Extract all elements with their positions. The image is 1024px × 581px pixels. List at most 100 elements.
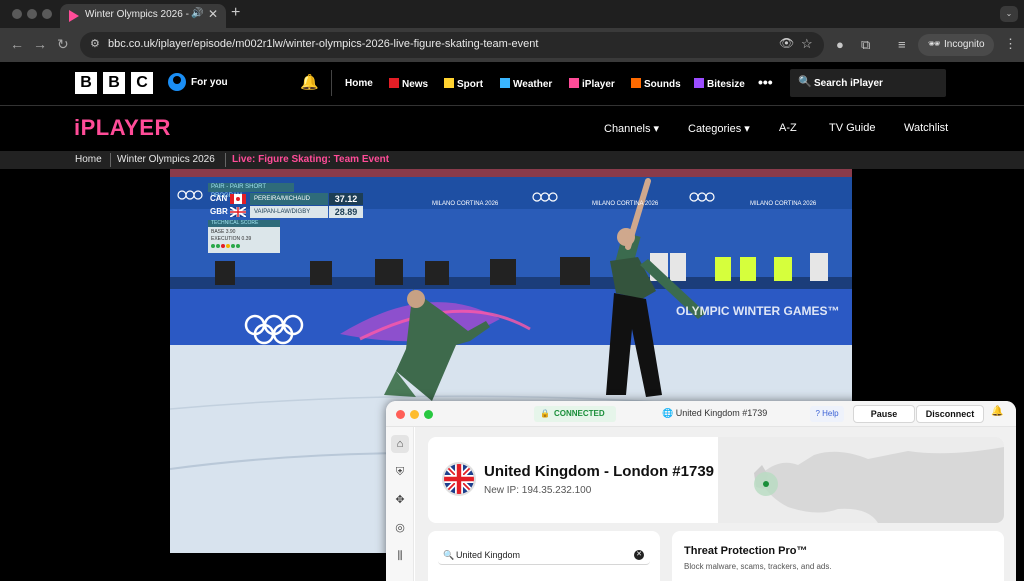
nav-sport-link[interactable]: Sport bbox=[444, 78, 483, 90]
extensions-puzzle-icon[interactable]: ⧉ bbox=[861, 37, 870, 53]
technical-score-header: TECHNICAL SCORE bbox=[208, 220, 280, 227]
home-icon[interactable]: ⌂ bbox=[391, 435, 409, 453]
new-tab-button[interactable]: + bbox=[231, 4, 240, 22]
threat-protection-card[interactable]: Threat Protection Pro™ Block malware, sc… bbox=[672, 531, 1004, 581]
search-value: United Kingdom bbox=[456, 550, 521, 560]
search-icon: 🔍 bbox=[798, 76, 812, 88]
iplayer-nav: iPLAYER Channels ▾ Categories ▾ A-Z TV G… bbox=[0, 107, 1024, 151]
meshnet-icon[interactable]: ✥ bbox=[391, 491, 409, 509]
news-icon bbox=[389, 78, 399, 88]
base-score: BASE 3.90 bbox=[211, 229, 236, 235]
eye-slash-icon[interactable]: 👁 bbox=[779, 36, 794, 50]
vpn-main: United Kingdom - London #1739 New IP: 19… bbox=[415, 427, 1016, 581]
channels-menu[interactable]: Channels ▾ bbox=[604, 122, 659, 135]
nav-home-link[interactable]: Home bbox=[345, 78, 373, 89]
nav-divider bbox=[331, 70, 332, 96]
uk-flag-icon bbox=[230, 207, 246, 217]
breadcrumb: Home Winter Olympics 2026 Live: Figure S… bbox=[0, 151, 1024, 169]
close-window-button[interactable] bbox=[12, 9, 22, 19]
vpn-notifications-icon[interactable]: 🔔 bbox=[991, 406, 1003, 417]
incognito-indicator[interactable]: 🕶 Incognito bbox=[918, 34, 994, 56]
forward-arrow-icon[interactable]: → bbox=[33, 36, 47, 52]
nav-iplayer-link[interactable]: iPlayer bbox=[569, 78, 615, 90]
country-code: CAN bbox=[210, 194, 228, 203]
threat-protection-title: Threat Protection Pro™ bbox=[684, 545, 808, 557]
score-value: 37.12 bbox=[329, 193, 363, 205]
url-text[interactable]: bbc.co.uk/iplayer/episode/m002r1lw/winte… bbox=[108, 38, 538, 50]
grade-dots bbox=[211, 244, 277, 251]
skater-names: VAIPAN-LAW/DIGBY bbox=[250, 206, 328, 218]
vpn-app-window: 🔒 CONNECTED 🌐 United Kingdom #1739 ? Hel… bbox=[386, 401, 1016, 581]
more-menu-icon[interactable]: ••• bbox=[758, 74, 773, 90]
watchlist-link[interactable]: Watchlist bbox=[904, 122, 948, 134]
nav-weather-link[interactable]: Weather bbox=[500, 78, 552, 90]
vpn-zoom-button[interactable] bbox=[424, 410, 433, 419]
shield-icon[interactable]: ⛨ bbox=[391, 463, 409, 481]
connection-status-badge: 🔒 CONNECTED bbox=[534, 406, 616, 422]
zoom-window-button[interactable] bbox=[42, 9, 52, 19]
breadcrumb-home[interactable]: Home bbox=[75, 154, 102, 165]
breadcrumb-current: Live: Figure Skating: Team Event bbox=[232, 154, 390, 165]
bookmark-star-icon[interactable]: ☆ bbox=[801, 36, 813, 52]
weather-icon bbox=[500, 78, 510, 88]
iplayer-logo[interactable]: iPLAYER bbox=[74, 115, 171, 141]
skater-names: PEREIRA/MICHAUD bbox=[250, 193, 328, 205]
disconnect-button[interactable]: Disconnect bbox=[916, 405, 984, 423]
back-arrow-icon[interactable]: ← bbox=[10, 36, 24, 52]
account-icon[interactable] bbox=[168, 73, 186, 91]
country-code: GBR bbox=[210, 207, 228, 216]
reading-list-icon[interactable]: ≡ bbox=[898, 37, 906, 52]
nav-sounds-link[interactable]: Sounds bbox=[631, 78, 681, 90]
clear-search-icon[interactable]: ✕ bbox=[634, 550, 644, 560]
vpn-extension-icon[interactable]: ● bbox=[836, 37, 844, 52]
tv-guide-link[interactable]: TV Guide bbox=[829, 122, 875, 134]
stats-icon[interactable]: ⫼ bbox=[391, 547, 409, 565]
speaker-icon[interactable]: 🔊 bbox=[191, 8, 203, 19]
connected-server: 🌐 United Kingdom #1739 bbox=[662, 408, 768, 418]
iplayer-icon bbox=[569, 78, 579, 88]
breadcrumb-section[interactable]: Winter Olympics 2026 bbox=[117, 154, 215, 165]
board-text: OLYMPIC WINTER GAMES™ bbox=[676, 304, 840, 318]
breadcrumb-separator bbox=[225, 153, 226, 167]
nav-bitesize-link[interactable]: Bitesize bbox=[694, 78, 745, 90]
search-iplayer-input[interactable]: 🔍 Search iPlayer bbox=[790, 69, 946, 97]
reload-icon[interactable]: ↻ bbox=[57, 36, 69, 53]
minimize-window-button[interactable] bbox=[27, 9, 37, 19]
for-you-link[interactable]: For you bbox=[191, 77, 228, 88]
pause-button[interactable]: Pause bbox=[853, 405, 915, 423]
address-bar[interactable]: ⚙ bbc.co.uk/iplayer/episode/m002r1lw/win… bbox=[80, 32, 824, 58]
vpn-title-bar: 🔒 CONNECTED 🌐 United Kingdom #1739 ? Hel… bbox=[386, 401, 1016, 427]
vpn-minimize-button[interactable] bbox=[410, 410, 419, 419]
notifications-bell-icon[interactable]: 🔔 bbox=[300, 73, 319, 91]
bbc-logo-letter[interactable]: B bbox=[75, 72, 97, 94]
search-placeholder: Search iPlayer bbox=[814, 78, 883, 89]
score-header: PAIR - PAIR SHORT PROGRAM bbox=[208, 183, 294, 199]
site-settings-icon[interactable]: ⚙ bbox=[90, 37, 100, 50]
world-map[interactable] bbox=[718, 437, 1004, 523]
globe-icon: 🌐 bbox=[662, 408, 674, 418]
location-title: United Kingdom - London #1739 bbox=[484, 463, 715, 480]
threat-protection-description: Block malware, scams, trackers, and ads. bbox=[684, 562, 832, 571]
bbc-logo-letter[interactable]: C bbox=[131, 72, 153, 94]
categories-menu[interactable]: Categories ▾ bbox=[688, 122, 750, 135]
target-icon[interactable]: ◎ bbox=[391, 519, 409, 537]
tab-search-button[interactable]: ⌄ bbox=[1000, 6, 1018, 22]
connection-status: CONNECTED bbox=[554, 409, 605, 418]
close-tab-icon[interactable]: ✕ bbox=[208, 7, 218, 21]
score-row-can: CAN PEREIRA/MICHAUD 37.12 bbox=[208, 193, 364, 205]
bbc-logo-letter[interactable]: B bbox=[103, 72, 125, 94]
browser-tab[interactable]: Winter Olympics 2026 - Live 🔊 ✕ bbox=[60, 4, 226, 28]
tab-title: Winter Olympics 2026 - Live bbox=[85, 9, 189, 20]
search-icon: 🔍 bbox=[443, 550, 455, 560]
browser-toolbar: ← → ↻ ⚙ bbc.co.uk/iplayer/episode/m002r1… bbox=[0, 28, 1024, 62]
bitesize-icon bbox=[694, 78, 704, 88]
score-overlay: PAIR - PAIR SHORT PROGRAM CAN PEREIRA/MI… bbox=[208, 183, 364, 253]
browser-menu-icon[interactable]: ⋮ bbox=[1004, 36, 1017, 52]
a-z-link[interactable]: A-Z bbox=[779, 122, 797, 134]
vpn-close-button[interactable] bbox=[396, 410, 405, 419]
help-button[interactable]: ? Help bbox=[810, 406, 844, 422]
server-search-input[interactable]: 🔍 United Kingdom ✕ bbox=[438, 545, 650, 565]
nav-news-link[interactable]: News bbox=[389, 78, 428, 90]
incognito-icon: 🕶 bbox=[928, 39, 941, 50]
server-search-card: 🔍 United Kingdom ✕ bbox=[428, 531, 660, 581]
